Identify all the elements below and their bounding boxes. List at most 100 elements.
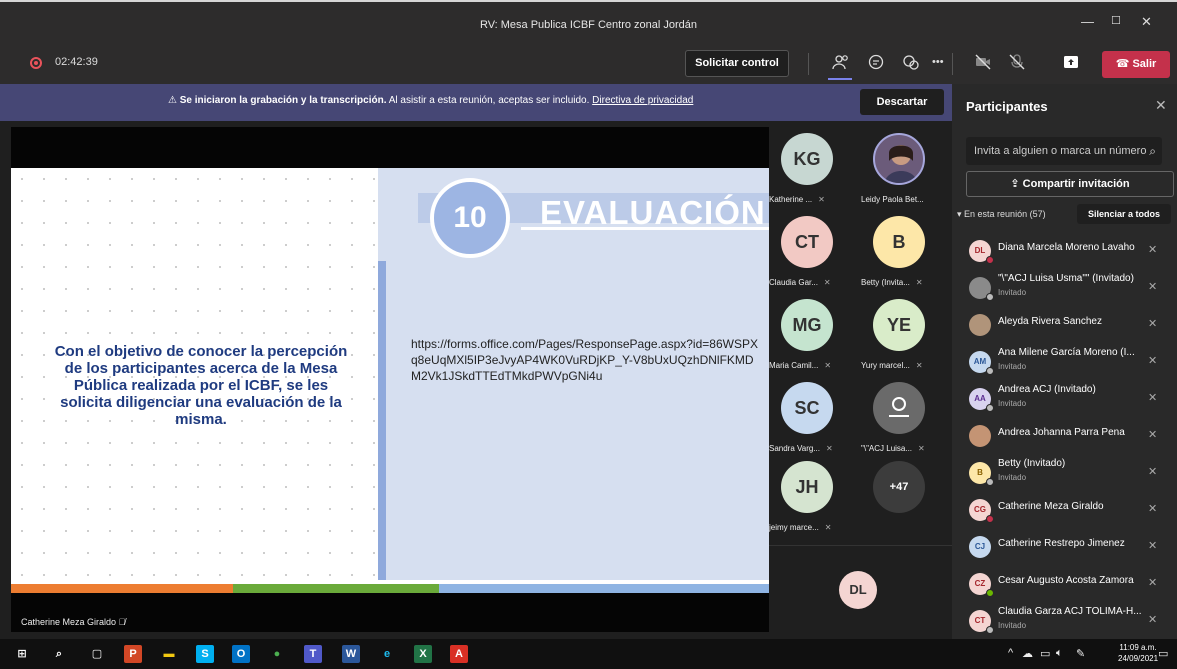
presence-icon [986, 293, 994, 301]
minimize-icon[interactable]: — [1081, 14, 1094, 29]
file-explorer-icon[interactable]: ▬ [160, 645, 178, 663]
avatar: CT [781, 216, 833, 268]
participant-row[interactable]: "\"ACJ Luisa Usma"" (Invitado) Invitado ✕ [952, 271, 1177, 307]
footer-bar-blue [439, 584, 769, 593]
acrobat-icon[interactable]: A [450, 645, 468, 663]
start-icon[interactable]: ⊞ [13, 645, 31, 663]
camera-off-icon[interactable] [974, 53, 992, 74]
presence-icon [986, 478, 994, 486]
window-title: RV: Mesa Publica ICBF Centro zonal Jordá… [479, 19, 698, 31]
tile-name: "\"ACJ Luisa... [861, 444, 913, 453]
privacy-link[interactable]: Directiva de privacidad [592, 95, 693, 106]
participant-row[interactable]: AM Ana Milene García Moreno (I... Invitado… [952, 345, 1177, 381]
tile-label: Sandra Varg... ✕ [769, 444, 833, 453]
mute-all-button[interactable]: Silenciar a todos [1077, 204, 1171, 224]
participant-role: Invitado [998, 473, 1027, 482]
meeting-toolbar-right: ☎ Salir [952, 47, 1177, 84]
skype-icon[interactable]: S [196, 645, 214, 663]
avatar: YE [873, 299, 925, 351]
volume-icon[interactable]: 🔈︎ [1056, 647, 1063, 660]
task-view-icon[interactable]: ▢ [88, 645, 106, 663]
participant-name: Cesar Augusto Acosta Zamora [998, 575, 1134, 586]
close-icon[interactable]: ✕ [1155, 97, 1167, 114]
close-icon[interactable]: ✕ [1141, 14, 1152, 30]
mic-off-icon[interactable] [1008, 53, 1026, 74]
section-header[interactable]: ▾ En esta reunión (57) [957, 209, 1046, 220]
taskbar-clock[interactable]: 11:09 a.m. 24/09/2021 [1118, 642, 1158, 664]
footer-bar-orange [11, 584, 233, 593]
avatar: CT [969, 610, 994, 634]
mic-off-icon: ✕ [1148, 503, 1158, 515]
section-label: En esta reunión (57) [964, 209, 1046, 219]
title-underline [521, 227, 769, 230]
participant-role: Invitado [998, 288, 1027, 297]
participant-row[interactable]: CG Catherine Meza Giraldo ✕ [952, 493, 1177, 529]
participant-row[interactable]: DL Diana Marcela Moreno Lavaho ✕ [952, 234, 1177, 270]
participant-row[interactable]: CZ Cesar Augusto Acosta Zamora ✕ [952, 567, 1177, 603]
invite-search-input[interactable]: Invita a alguien o marca un número ⌕ [966, 137, 1162, 165]
participant-row[interactable]: Andrea Johanna Parra Pena ✕ [952, 419, 1177, 455]
edge-icon[interactable]: e [378, 645, 396, 663]
search-icon[interactable]: ⌕ [50, 645, 68, 663]
tile-name: Katherine ... [769, 195, 813, 204]
avatar: CZ [969, 573, 994, 597]
avatar [873, 382, 925, 434]
participant-row[interactable]: CT Claudia Garza ACJ TOLIMA-H... Invitado ✕ [952, 604, 1177, 640]
share-invite-button[interactable]: ⇪ Compartir invitación [966, 171, 1174, 197]
dismiss-button[interactable]: Descartar [860, 89, 944, 115]
request-control-button[interactable]: Solicitar control [685, 50, 789, 77]
evaluation-url: https://forms.office.com/Pages/ResponseP… [411, 337, 758, 383]
maximize-icon[interactable]: ☐ [1111, 14, 1121, 27]
banner-message: Al asistir a esta reunión, aceptas ser i… [388, 95, 590, 106]
teams-icon[interactable]: T [304, 645, 322, 663]
network-icon[interactable]: ▭ [1040, 647, 1050, 660]
participant-row[interactable]: AA Andrea ACJ (Invitado) Invitado ✕ [952, 382, 1177, 418]
presence-icon [986, 515, 994, 523]
avatar: B [873, 216, 925, 268]
clock-time: 11:09 a.m. [1119, 643, 1157, 652]
avatar: AM [969, 351, 994, 375]
guest-icon [889, 397, 909, 417]
participant-row[interactable]: Aleyda Rivera Sanchez ✕ [952, 308, 1177, 344]
chrome-icon[interactable]: ● [268, 645, 286, 663]
powerpoint-icon[interactable]: P [124, 645, 142, 663]
chevron-up-icon[interactable]: ^ [1008, 647, 1013, 659]
outlook-icon[interactable]: O [232, 645, 250, 663]
chevron-down-icon: ▾ [957, 209, 965, 219]
avatar: AA [969, 388, 994, 412]
avatar [873, 133, 925, 185]
pen-icon[interactable]: ✎ [1076, 647, 1085, 660]
mic-off-icon: ✕ [818, 195, 825, 204]
meeting-toolbar: 02:42:39 Solicitar control ••• [0, 47, 952, 84]
presenter-name: Catherine Meza Giraldo [21, 617, 117, 627]
word-icon[interactable]: W [342, 645, 360, 663]
people-icon[interactable] [832, 53, 850, 74]
share-icon[interactable] [1062, 53, 1080, 74]
phone-icon: ☎ [1115, 58, 1133, 70]
title-bar: RV: Mesa Publica ICBF Centro zonal Jordá… [0, 0, 1177, 47]
recording-icon [30, 57, 42, 69]
participant-row[interactable]: B Betty (Invitado) Invitado ✕ [952, 456, 1177, 492]
participant-name: Catherine Meza Giraldo [998, 501, 1104, 512]
participant-name: "\"ACJ Luisa Usma"" (Invitado) [998, 273, 1134, 284]
participant-name: Aleyda Rivera Sanchez [998, 316, 1102, 327]
excel-icon[interactable]: X [414, 645, 432, 663]
avatar [969, 314, 991, 336]
leave-button[interactable]: ☎ Salir [1102, 51, 1170, 78]
participant-row[interactable]: CJ Catherine Restrepo Jimenez ✕ [952, 530, 1177, 566]
shared-screen: Con el objetivo de conocer la percepción… [11, 127, 769, 632]
avatar: MG [781, 299, 833, 351]
participant-role: Invitado [998, 362, 1027, 371]
mic-off-icon: ✕ [915, 361, 923, 370]
onedrive-icon[interactable]: ☁ [1022, 647, 1033, 660]
self-avatar: DL [839, 571, 877, 609]
presence-icon [986, 367, 994, 375]
reactions-icon[interactable] [902, 53, 920, 74]
notification-icon[interactable]: ▭ [1158, 647, 1168, 660]
chat-icon[interactable] [867, 53, 885, 74]
tile-label: Katherine ... ✕ [769, 195, 825, 204]
mic-off-icon: ✕ [824, 361, 832, 370]
more-options-icon[interactable]: ••• [932, 56, 944, 68]
participant-role: Invitado [998, 621, 1027, 630]
objective-text: Con el objetivo de conocer la percepción… [54, 343, 348, 428]
